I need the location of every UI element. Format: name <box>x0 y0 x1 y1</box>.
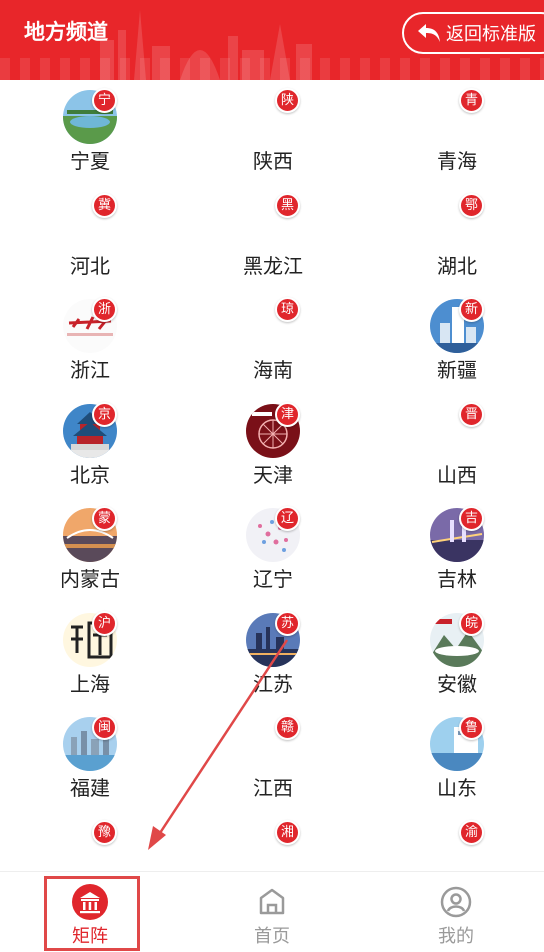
province-label: 安徽 <box>437 671 477 696</box>
province-abbr-badge: 闽 <box>92 715 117 740</box>
province-label: 新疆 <box>437 358 477 382</box>
province-abbr-badge: 京 <box>92 401 117 427</box>
province-label: 吉林 <box>437 567 477 591</box>
header-bar: 地方频道 返回标准版 <box>0 0 544 80</box>
province-item[interactable]: 京北京 <box>0 394 182 498</box>
province-abbr-badge: 陕 <box>275 88 300 113</box>
province-item[interactable]: 青青海 <box>365 80 544 184</box>
home-icon <box>259 888 285 915</box>
province-label: 河北 <box>70 253 110 278</box>
province-item[interactable]: 晋山西 <box>365 394 544 498</box>
province-abbr-badge: 皖 <box>459 610 484 636</box>
province-label: 内蒙古 <box>60 567 120 591</box>
tab-mine[interactable]: 我的 <box>406 872 506 952</box>
province-item[interactable]: 皖安徽 <box>365 603 544 707</box>
province-abbr-badge: 辽 <box>275 506 300 531</box>
province-label: 青海 <box>437 149 477 173</box>
province-label: 浙江 <box>70 358 110 382</box>
province-abbr-badge: 苏 <box>275 610 300 636</box>
province-grid: 宁宁夏陕陕西青青海冀河北黑黑龙江鄂湖北浙浙江琼海南新新疆京北京津天津晋山西蒙内蒙… <box>0 80 544 870</box>
header-pattern <box>0 58 544 80</box>
province-abbr-badge: 鲁 <box>459 715 484 740</box>
province-item[interactable]: 宁宁夏 <box>0 80 182 184</box>
tab-home[interactable]: 首页 <box>222 872 322 952</box>
province-label: 陕西 <box>253 149 293 173</box>
province-label: 天津 <box>253 462 293 487</box>
province-label: 福建 <box>70 776 110 800</box>
province-abbr-badge: 津 <box>275 401 300 427</box>
tab-home-label: 首页 <box>254 926 290 947</box>
province-item[interactable]: 鄂湖北 <box>365 185 544 289</box>
province-label: 江苏 <box>253 671 293 696</box>
user-profile-icon <box>440 886 472 918</box>
province-abbr-badge: 鄂 <box>459 192 484 218</box>
province-abbr-badge: 湘 <box>275 819 300 845</box>
return-arrow-icon <box>418 24 440 42</box>
province-label: 黑龙江 <box>243 253 303 278</box>
province-label: 宁夏 <box>70 149 110 173</box>
province-item[interactable]: 蒙内蒙古 <box>0 498 182 602</box>
province-abbr-badge: 晋 <box>459 401 484 427</box>
province-abbr-badge: 宁 <box>92 88 117 113</box>
province-item[interactable]: 吉吉林 <box>365 498 544 602</box>
province-label: 海南 <box>253 358 293 382</box>
province-abbr-badge: 吉 <box>459 506 484 531</box>
province-item[interactable]: 闽福建 <box>0 707 182 811</box>
province-item[interactable]: 鲁山东 <box>365 707 544 811</box>
province-item[interactable]: 琼海南 <box>181 289 365 393</box>
province-item[interactable]: 苏江苏 <box>181 603 365 707</box>
province-abbr-badge: 赣 <box>275 715 300 740</box>
province-abbr-badge: 冀 <box>92 192 117 218</box>
province-abbr-badge: 蒙 <box>92 506 117 531</box>
province-abbr-badge: 豫 <box>92 819 117 845</box>
province-item[interactable]: 津天津 <box>181 394 365 498</box>
province-label: 辽宁 <box>253 567 293 591</box>
province-item[interactable]: 陕陕西 <box>181 80 365 184</box>
back-to-standard-button[interactable]: 返回标准版 <box>402 12 544 54</box>
province-abbr-badge: 琼 <box>275 297 300 322</box>
province-item[interactable]: 赣江西 <box>181 707 365 811</box>
province-label: 山西 <box>437 462 477 487</box>
province-label: 湖北 <box>437 253 477 278</box>
province-abbr-badge: 渝 <box>459 819 484 845</box>
province-item[interactable]: 辽辽宁 <box>181 498 365 602</box>
province-item[interactable]: 黑黑龙江 <box>181 185 365 289</box>
bank-building-icon <box>72 884 108 920</box>
bottom-tab-bar: 矩阵 首页 我的 <box>0 871 544 952</box>
province-item[interactable]: 浙浙江 <box>0 289 182 393</box>
province-item[interactable]: 沪上海 <box>0 603 182 707</box>
province-abbr-badge: 青 <box>459 88 484 113</box>
tab-matrix[interactable]: 矩阵 <box>40 872 140 952</box>
tab-matrix-label: 矩阵 <box>72 926 108 947</box>
province-abbr-badge: 浙 <box>92 297 117 322</box>
province-label: 山东 <box>437 776 477 800</box>
province-label: 江西 <box>253 776 293 800</box>
province-abbr-badge: 新 <box>459 297 484 322</box>
province-abbr-badge: 黑 <box>275 192 300 218</box>
back-button-label: 返回标准版 <box>446 24 536 45</box>
province-label: 北京 <box>70 462 110 487</box>
page-title: 地方频道 <box>24 20 108 44</box>
province-item[interactable]: 冀河北 <box>0 185 182 289</box>
province-label: 上海 <box>70 671 110 696</box>
province-abbr-badge: 沪 <box>92 610 117 636</box>
province-item[interactable]: 新新疆 <box>365 289 544 393</box>
tab-mine-label: 我的 <box>438 926 474 947</box>
